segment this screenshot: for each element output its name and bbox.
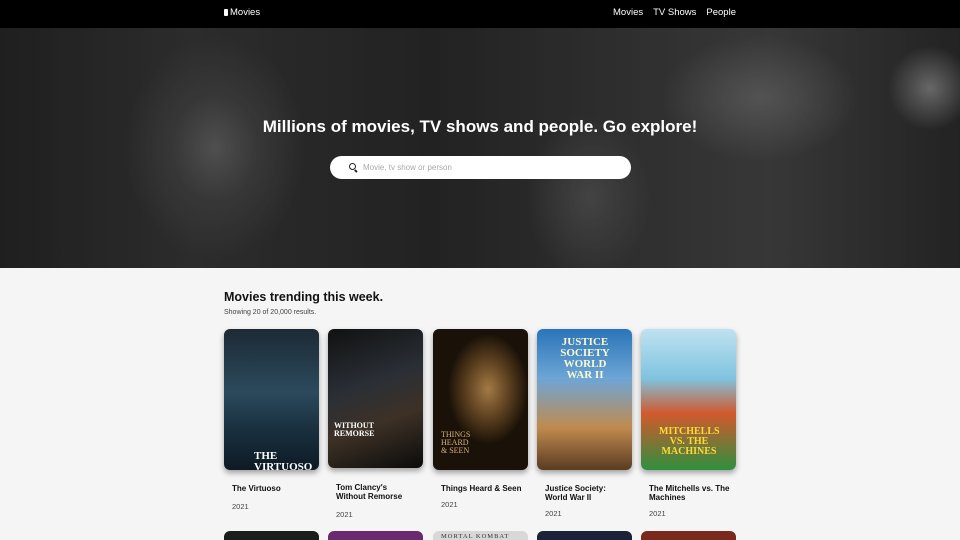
search-bar[interactable] [330, 156, 631, 179]
film-icon [224, 9, 228, 16]
poster-title-text: THINGS HEARD & SEEN [441, 430, 471, 455]
top-nav-bar: Movies Movies TV Shows People [0, 0, 960, 28]
nav-link-movies[interactable]: Movies [613, 7, 643, 18]
movie-card[interactable]: THE VIRTUOSO The Virtuoso 2021 [224, 329, 319, 511]
movie-poster[interactable]: THE VIRTUOSO [224, 329, 319, 470]
movie-poster-next-row[interactable]: MORTAL KOMBAT [433, 531, 528, 540]
movie-card[interactable]: WITHOUT REMORSE Tom Clancy's Without Rem… [328, 329, 423, 519]
nav-link-people[interactable]: People [706, 7, 736, 18]
brand-logo[interactable]: Movies [224, 7, 260, 18]
results-count: Showing 20 of 20,000 results. [224, 309, 317, 316]
movie-year: 2021 [545, 509, 562, 518]
movie-title[interactable]: Justice Society: World War II [537, 484, 627, 502]
movie-card[interactable]: MITCHELLS vs. THE MACHINES The Mitchells… [641, 329, 736, 518]
movie-poster[interactable]: JUSTICE SOCIETY WORLD WAR II [537, 329, 632, 470]
movie-poster[interactable]: MITCHELLS vs. THE MACHINES [641, 329, 736, 470]
movie-poster-next-row[interactable] [328, 531, 423, 540]
movie-poster-next-row[interactable] [641, 531, 736, 540]
main-nav: Movies TV Shows People [613, 7, 736, 18]
movie-card[interactable]: JUSTICE SOCIETY WORLD WAR II Justice Soc… [537, 329, 632, 518]
hero-title: Millions of movies, TV shows and people.… [262, 117, 698, 136]
movie-year: 2021 [336, 510, 353, 519]
poster-title-text: THE VIRTUOSO [254, 450, 313, 471]
brand-name: Movies [230, 7, 261, 18]
poster-title-text: WITHOUT REMORSE [334, 421, 375, 438]
movie-title[interactable]: The Virtuoso [224, 484, 314, 493]
movie-title[interactable]: Things Heard & Seen [433, 484, 523, 493]
poster-title-text: JUSTICE SOCIETY WORLD WAR II [560, 336, 610, 381]
movie-poster[interactable]: WITHOUT REMORSE [328, 329, 423, 468]
section-title: Movies trending this week. [224, 290, 384, 304]
movie-title[interactable]: The Mitchells vs. The Machines [641, 484, 731, 502]
movie-card[interactable]: THINGS HEARD & SEEN Things Heard & Seen … [433, 329, 528, 509]
movie-year: 2021 [649, 509, 666, 518]
movie-poster-next-row[interactable] [537, 531, 632, 540]
poster-title-text: MORTAL KOMBAT [441, 533, 510, 540]
movie-poster[interactable]: THINGS HEARD & SEEN [433, 329, 528, 470]
movie-title[interactable]: Tom Clancy's Without Remorse [328, 483, 418, 501]
movie-poster-next-row[interactable] [224, 531, 319, 540]
hero-banner: Millions of movies, TV shows and people.… [0, 28, 960, 268]
search-input[interactable] [363, 163, 613, 172]
poster-title-text: MITCHELLS vs. THE MACHINES [659, 426, 720, 457]
search-icon [349, 163, 358, 172]
movie-year: 2021 [441, 500, 458, 509]
movie-year: 2021 [232, 502, 249, 511]
nav-link-tv-shows[interactable]: TV Shows [653, 7, 696, 18]
